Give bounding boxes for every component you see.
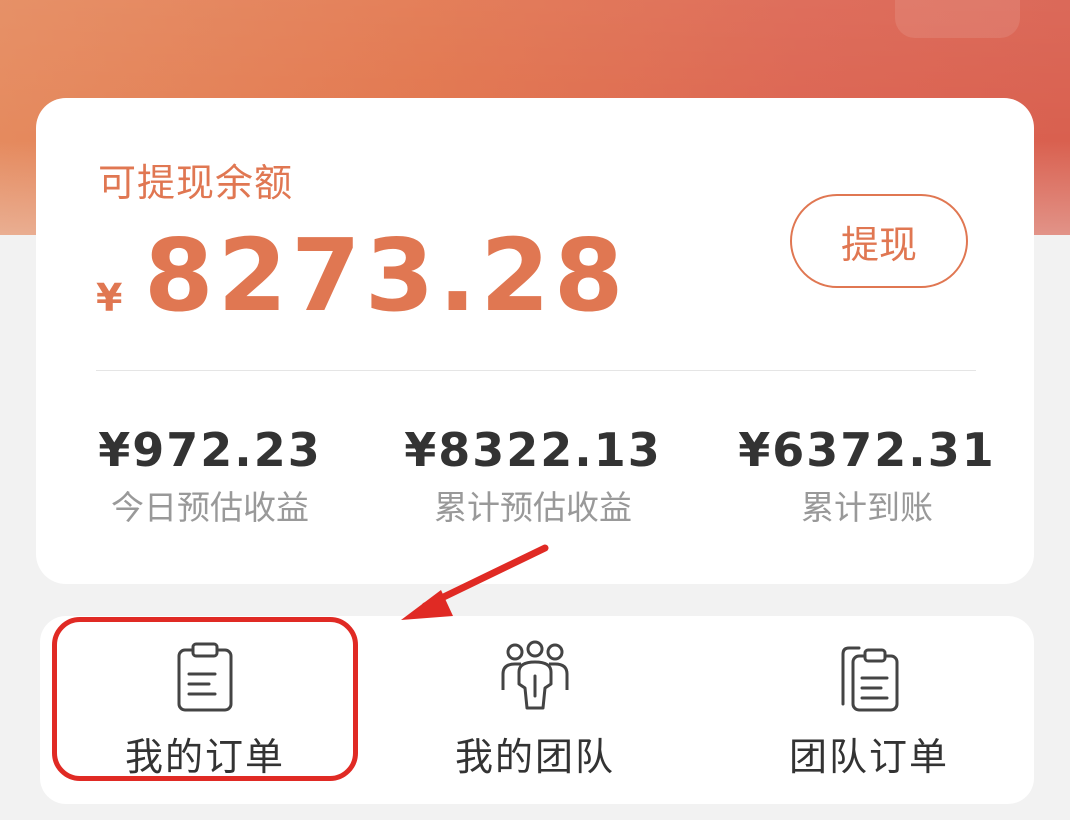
stat-label: 累计到账 bbox=[801, 488, 933, 527]
highlight-box bbox=[52, 617, 358, 781]
menu-label-team-orders: 团队订单 bbox=[788, 735, 949, 779]
balance-card: 可提现余额 ¥ 8273.28 提现 ¥972.23 今日预估收益 ¥8322.… bbox=[36, 98, 1034, 584]
withdrawable-balance-label: 可提现余额 bbox=[98, 161, 294, 205]
stat-total-estimated: ¥8322.13 累计预估收益 bbox=[373, 420, 693, 530]
header-top-chip bbox=[895, 0, 1020, 38]
stat-total-received: ¥6372.31 累计到账 bbox=[707, 420, 1027, 530]
stat-label: 今日预估收益 bbox=[111, 488, 309, 527]
stat-today-estimated: ¥972.23 今日预估收益 bbox=[50, 420, 370, 530]
stat-label: 累计预估收益 bbox=[434, 488, 632, 527]
stat-value: ¥972.23 bbox=[98, 423, 322, 477]
stat-value: ¥8322.13 bbox=[404, 423, 662, 477]
menu-label-my-team: 我的团队 bbox=[454, 735, 615, 779]
team-orders-icon bbox=[841, 646, 899, 712]
balance-amount: 8273.28 bbox=[144, 217, 628, 334]
pointer-arrow-icon bbox=[401, 544, 549, 620]
currency-symbol: ¥ bbox=[96, 276, 123, 320]
team-icon bbox=[501, 640, 569, 710]
card-divider bbox=[96, 370, 976, 371]
withdraw-button[interactable]: 提现 bbox=[790, 194, 968, 288]
menu-item-my-team[interactable]: 我的团队 bbox=[370, 616, 700, 804]
stat-value: ¥6372.31 bbox=[738, 423, 996, 477]
menu-item-team-orders[interactable]: 团队订单 bbox=[704, 616, 1034, 804]
